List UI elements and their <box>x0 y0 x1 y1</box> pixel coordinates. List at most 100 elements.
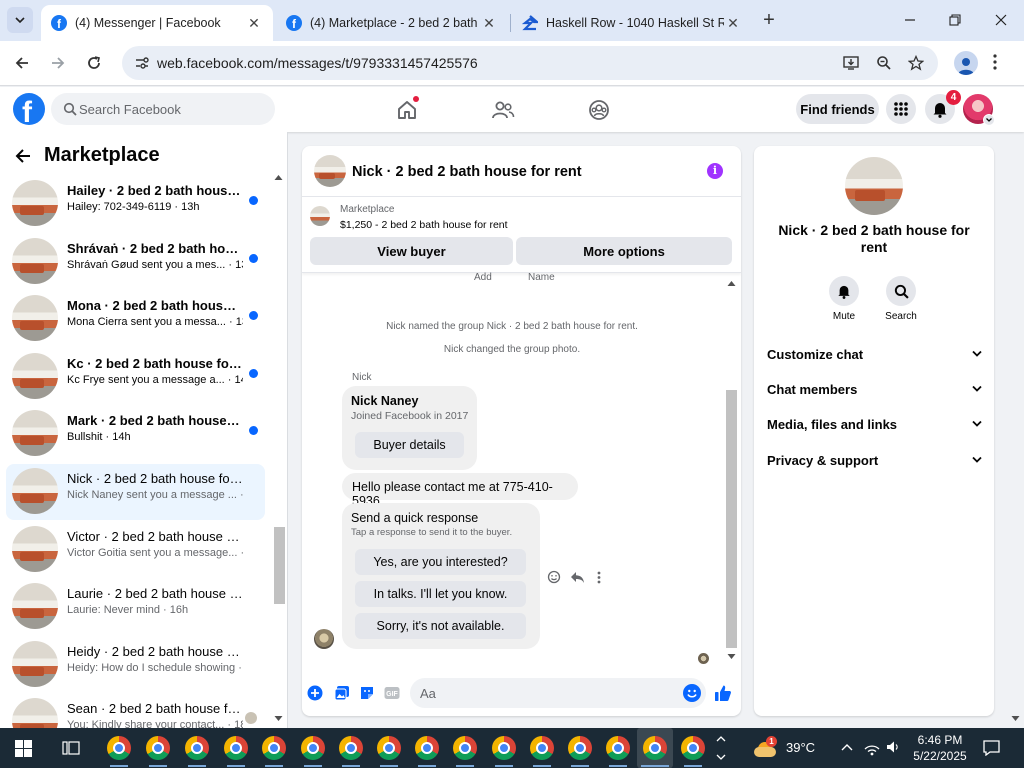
view-buyer-button[interactable]: View buyer <box>310 237 513 265</box>
conversation-item[interactable]: Hailey · 2 bed 2 bath house for rent Hail… <box>6 176 265 232</box>
message-bubble[interactable]: Hello please contact me at 775-410-5936 <box>342 473 578 508</box>
scroll-down-arrow-icon[interactable] <box>726 653 737 661</box>
facebook-search-input[interactable] <box>79 93 269 125</box>
conversation-item[interactable]: Nick · 2 bed 2 bath house for rent Nick N… <box>6 464 265 520</box>
chrome-taskbar-icon[interactable] <box>604 734 632 767</box>
address-bar[interactable]: web.facebook.com/messages/t/979333145742… <box>122 46 938 80</box>
chrome-taskbar-icon[interactable] <box>222 734 250 767</box>
more-message-actions-button[interactable] <box>590 568 608 586</box>
chrome-taskbar-icon[interactable] <box>451 734 479 767</box>
chrome-taskbar-icon[interactable] <box>105 734 133 767</box>
conversation-item[interactable]: Victor · 2 bed 2 bath house for rent Vict… <box>6 522 265 578</box>
account-chevron-icon[interactable] <box>983 114 995 126</box>
chat-members-section[interactable]: Chat members <box>767 378 982 400</box>
browser-menu-icon[interactable] <box>992 53 998 71</box>
show-hidden-icons-chevron-icon[interactable] <box>840 740 854 754</box>
chrome-taskbar-icon[interactable] <box>337 734 365 767</box>
reload-button[interactable] <box>81 51 107 75</box>
customize-chat-section[interactable]: Customize chat <box>767 343 982 365</box>
scroll-down-arrow-icon[interactable] <box>274 715 283 722</box>
quick-response-option[interactable]: Yes, are you interested? <box>355 549 526 575</box>
new-tab-button[interactable]: + <box>758 9 780 32</box>
tab-close-icon[interactable]: ✕ <box>245 15 263 32</box>
emoji-button[interactable] <box>683 684 701 702</box>
search-action[interactable]: Search <box>871 276 931 322</box>
chrome-taskbar-icon[interactable] <box>413 734 441 767</box>
facebook-logo-icon[interactable]: f <box>13 93 45 125</box>
react-button[interactable] <box>545 568 563 586</box>
weather-widget-icon[interactable]: 1 <box>754 736 777 758</box>
mute-button[interactable] <box>829 276 859 306</box>
back-arrow-icon[interactable] <box>14 148 32 164</box>
group-photo[interactable] <box>845 157 903 215</box>
menu-button[interactable] <box>886 94 916 124</box>
conversation-item[interactable]: Laurie · 2 bed 2 bath house for rent Laur… <box>6 579 265 635</box>
conversation-item[interactable]: Mark · 2 bed 2 bath house for rent Bullsh… <box>6 406 265 462</box>
chrome-taskbar-icon[interactable] <box>144 734 172 767</box>
nav-friends[interactable] <box>488 95 518 125</box>
buyer-details-button[interactable]: Buyer details <box>355 432 464 458</box>
temperature[interactable]: 39°C <box>786 740 815 755</box>
more-actions-button[interactable] <box>305 683 325 703</box>
quick-response-option[interactable]: In talks. I'll let you know. <box>355 581 526 607</box>
left-scrollbar-thumb[interactable] <box>274 527 285 604</box>
install-app-button[interactable] <box>842 54 862 72</box>
chrome-taskbar-icon[interactable] <box>490 734 518 767</box>
task-view-icon[interactable] <box>62 740 80 756</box>
left-scrollbar[interactable] <box>272 172 286 722</box>
conversation-item[interactable]: Sean · 2 bed 2 bath house for rent You: K… <box>6 694 265 728</box>
scroll-up-arrow-icon[interactable] <box>726 279 737 287</box>
chrome-taskbar-icon[interactable] <box>528 734 556 767</box>
conversation-item[interactable]: Shrávaṅ · 2 bed 2 bath house for rent Shr… <box>6 234 265 290</box>
sender-avatar[interactable] <box>314 629 334 649</box>
listing-thumbnail[interactable] <box>310 206 330 226</box>
conversation-item[interactable]: Heidy · 2 bed 2 bath house for rent Heidy… <box>6 637 265 693</box>
chat-scrollbar-thumb[interactable] <box>726 390 737 648</box>
back-button[interactable] <box>9 51 35 75</box>
mute-action[interactable]: Mute <box>814 276 874 322</box>
minimize-button[interactable] <box>897 8 923 32</box>
gif-button[interactable]: GIF <box>382 683 402 703</box>
conversation-item[interactable]: Mona · 2 bed 2 bath house for rent Mona C… <box>6 291 265 347</box>
close-window-button[interactable] <box>988 8 1014 32</box>
system-clock[interactable]: 6:46 PM 5/22/2025 <box>900 732 980 764</box>
message-input[interactable] <box>420 678 670 708</box>
tab-search-button[interactable] <box>7 7 33 33</box>
chrome-taskbar-icon[interactable] <box>299 734 327 767</box>
conversation-info-icon[interactable]: i <box>707 163 723 179</box>
windows-start-icon[interactable] <box>15 740 32 757</box>
tab-close-icon[interactable]: ✕ <box>724 15 742 32</box>
chrome-taskbar-icon[interactable] <box>679 734 707 767</box>
chrome-taskbar-icon[interactable] <box>637 728 673 768</box>
like-button[interactable] <box>713 683 733 703</box>
page-scroll-down-arrow-icon[interactable] <box>1011 715 1020 722</box>
volume-icon[interactable] <box>886 740 900 754</box>
scroll-up-arrow-icon[interactable] <box>274 174 283 181</box>
tab-close-icon[interactable]: ✕ <box>480 15 498 32</box>
attach-photo-button[interactable] <box>332 683 352 703</box>
listing-price-title[interactable]: $1,250 - 2 bed 2 bath house for rent <box>340 219 508 231</box>
site-settings-icon[interactable] <box>134 55 150 71</box>
browser-profile-button[interactable] <box>954 51 978 75</box>
taskbar-chevron-icon[interactable] <box>716 732 726 764</box>
restore-button[interactable] <box>942 8 968 32</box>
media-files-links-section[interactable]: Media, files and links <box>767 413 982 435</box>
reply-button[interactable] <box>568 568 586 586</box>
privacy-support-section[interactable]: Privacy & support <box>767 449 982 471</box>
tab-marketplace[interactable]: f (4) Marketplace - 2 bed 2 bath h ✕ <box>276 5 508 41</box>
chrome-taskbar-icon[interactable] <box>566 734 594 767</box>
forward-button[interactable] <box>45 51 71 75</box>
bookmark-button[interactable] <box>906 54 926 72</box>
facebook-search[interactable] <box>51 93 275 125</box>
action-center-icon[interactable] <box>983 740 1000 756</box>
nav-groups[interactable] <box>584 95 614 125</box>
zoom-button[interactable] <box>874 54 894 72</box>
tab-haskell-row[interactable]: Haskell Row - 1040 Haskell St R ✕ <box>512 5 752 41</box>
chat-group-photo[interactable] <box>314 155 346 187</box>
chrome-taskbar-icon[interactable] <box>375 734 403 767</box>
tab-messenger[interactable]: f (4) Messenger | Facebook ✕ <box>41 5 273 41</box>
sticker-button[interactable] <box>357 683 377 703</box>
nav-home[interactable] <box>392 95 422 125</box>
search-in-conversation-button[interactable] <box>886 276 916 306</box>
find-friends-button[interactable]: Find friends <box>796 94 879 124</box>
